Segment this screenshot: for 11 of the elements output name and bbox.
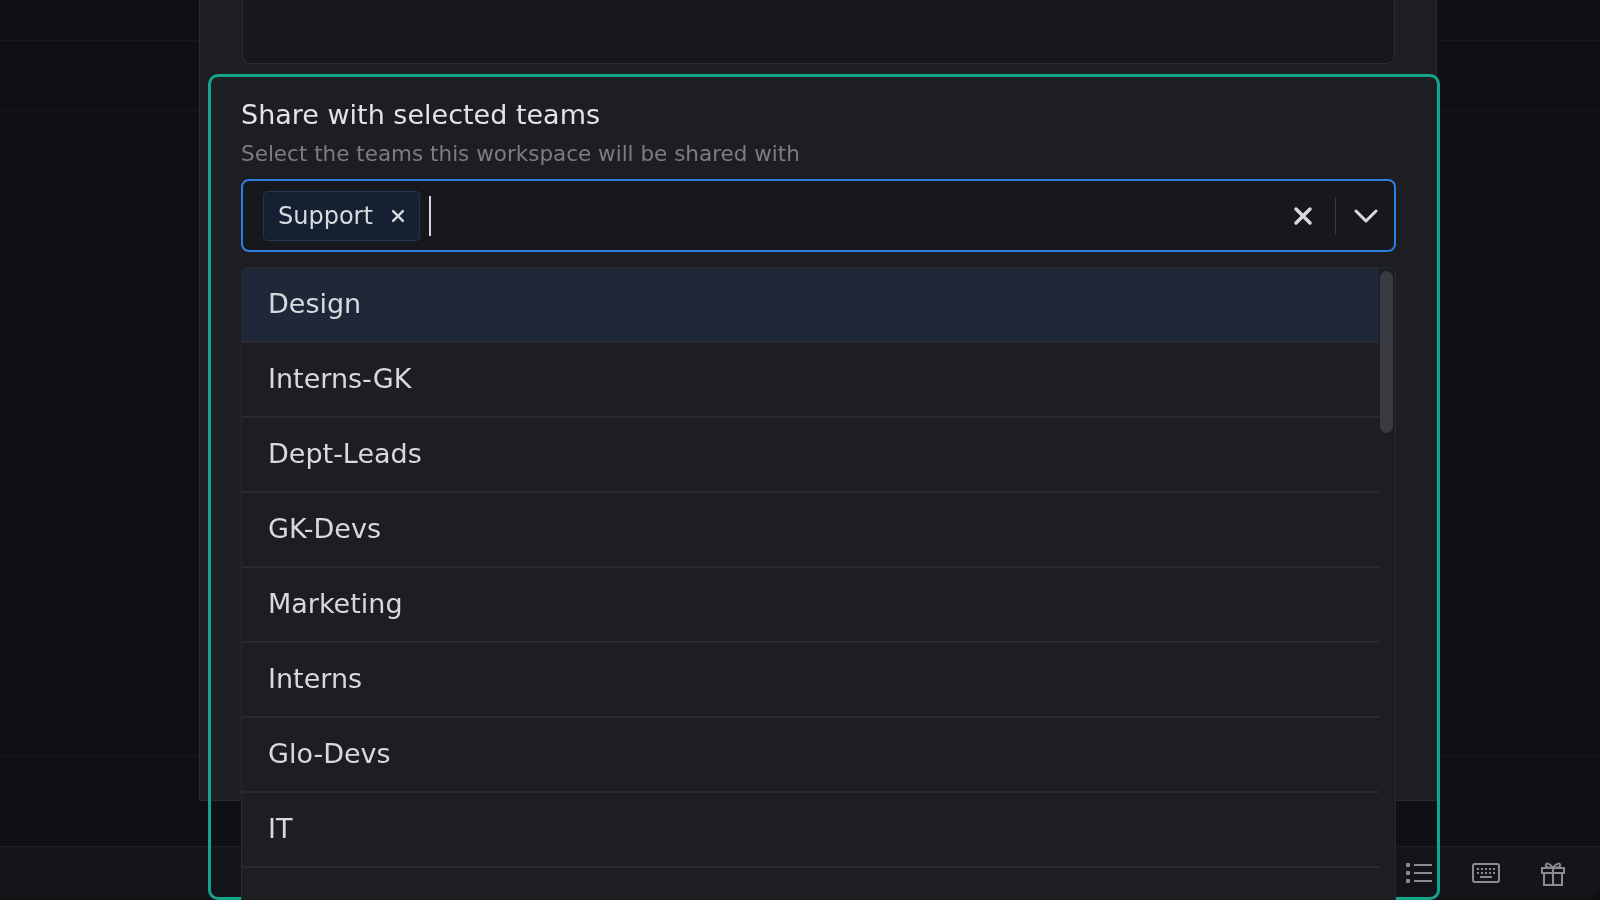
- tag-label: Support: [278, 200, 373, 232]
- text-cursor: [428, 195, 431, 236]
- gift-icon[interactable]: [1540, 860, 1566, 886]
- list-icon[interactable]: [1406, 862, 1432, 884]
- dropdown-option[interactable]: Design: [242, 268, 1379, 344]
- keyboard-icon[interactable]: [1472, 863, 1500, 883]
- section-title: Share with selected teams: [241, 99, 602, 132]
- team-select-field[interactable]: Support: [241, 179, 1396, 253]
- section-description: Select the teams this workspace will be shared with: [241, 141, 801, 168]
- scrollbar-thumb[interactable]: [1380, 271, 1393, 434]
- remove-tag-icon[interactable]: [390, 208, 405, 223]
